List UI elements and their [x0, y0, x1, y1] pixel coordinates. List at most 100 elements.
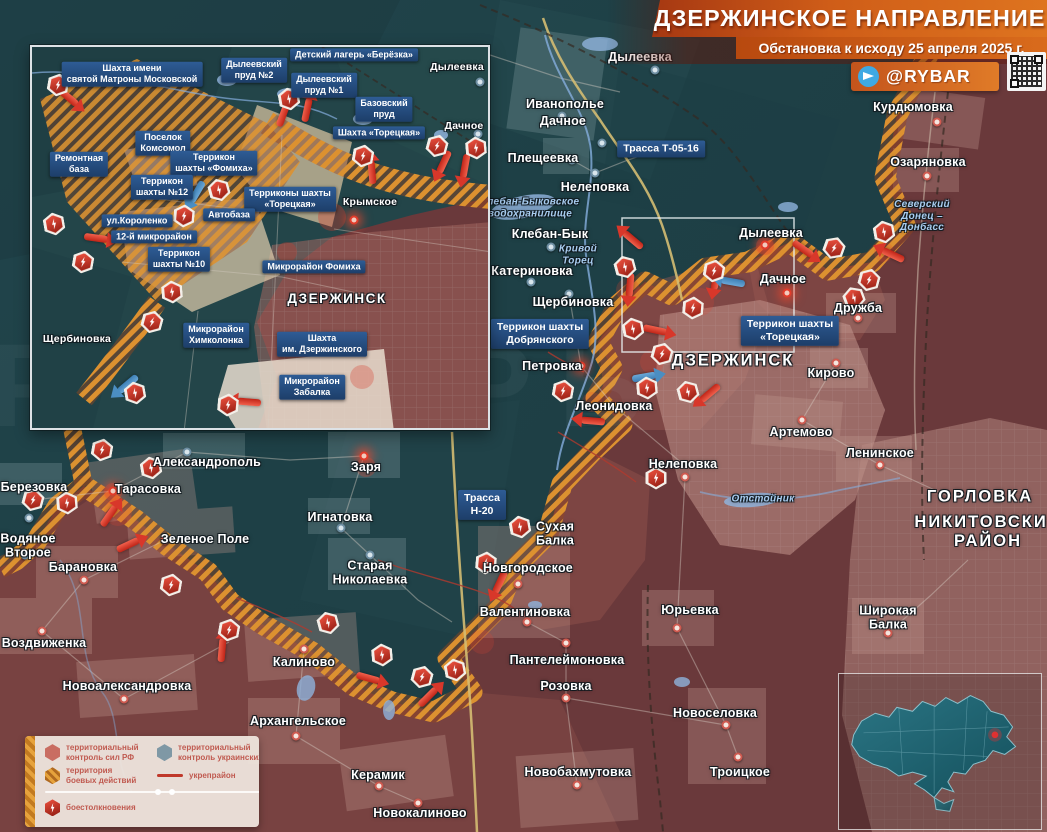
- place-label: Новгородское: [483, 561, 573, 575]
- place-label: Щербиновка: [43, 333, 111, 345]
- place-label: Юрьевка: [661, 603, 718, 617]
- clash-badge: [840, 284, 868, 313]
- clash-badge: [139, 455, 164, 481]
- attack-arrow: [188, 180, 206, 204]
- legend-label: укрепрайон: [189, 771, 236, 781]
- attack-arrow: [459, 154, 470, 179]
- place-label: Новобахмутовка: [525, 765, 632, 779]
- settlement-dot: [673, 624, 682, 633]
- map-subtitle-banner: Обстановка к исходу 25 апреля 2025 г.: [736, 37, 1047, 59]
- clash-badge: [71, 249, 96, 275]
- attack-arrow: [367, 160, 376, 185]
- place-label: Озаряновка: [890, 155, 966, 169]
- place-label: ДЗЕРЖИНСК: [672, 352, 795, 371]
- place-label: Александрополь: [153, 455, 261, 469]
- inset-canvas: [32, 47, 490, 430]
- attack-arrow: [84, 233, 109, 243]
- page-title: ДЗЕРЖИНСКОЕ НАПРАВЛЕНИЕ: [654, 5, 1046, 32]
- clash-badge: [277, 86, 302, 112]
- settlement-dot: [350, 216, 359, 225]
- settlement-dot: [476, 78, 485, 87]
- clash-badge: [612, 253, 638, 281]
- settlement-dot: [375, 782, 384, 791]
- settlement-dot: [21, 551, 30, 560]
- place-label: Троицкое: [710, 765, 770, 779]
- map-callout: Террикон шахты №12: [131, 175, 193, 200]
- place-label: Архангельское: [250, 714, 346, 728]
- clash-badge: [173, 204, 196, 229]
- attack-arrow: [57, 87, 80, 108]
- legend-label: территориальный контроль украинских сил: [178, 743, 259, 762]
- clash-badge: [46, 72, 71, 98]
- clash-badge: [508, 514, 533, 540]
- clash-badge: [351, 143, 376, 169]
- settlement-dot: [933, 118, 942, 127]
- clash-badge: [315, 609, 341, 637]
- legend-item-ua-control: территориальный контроль украинских сил: [157, 743, 259, 762]
- clash-badge: [702, 258, 727, 284]
- map-callout: Базовский пруд: [355, 97, 412, 122]
- place-label: Пантелеймоновка: [510, 653, 625, 667]
- settlement-dot: [565, 290, 574, 299]
- clash-badge: [159, 572, 184, 598]
- clash-badge: [675, 378, 701, 406]
- settlement-dot: [591, 169, 600, 178]
- settlement-dot: [832, 359, 841, 368]
- clash-badge: [443, 657, 468, 683]
- attack-arrow: [622, 230, 645, 251]
- inset-dots-layer: [32, 47, 488, 428]
- attack-arrow: [492, 570, 508, 595]
- place-label: Нелеповка: [561, 180, 630, 194]
- settlement-dot: [681, 473, 690, 482]
- settlement-dot: [923, 172, 932, 181]
- inset-labels-layer: ДылеевкаДачноеКрымскоеДЗЕРЖИНСКЩербиновк…: [32, 47, 488, 428]
- map-callout: Детский лагерь «Берёзка»: [290, 48, 418, 61]
- ukraine-locator-minimap: [838, 673, 1042, 830]
- place-label: Воздвиженка: [2, 636, 87, 650]
- place-label: Дачное: [540, 114, 586, 128]
- place-label: Березовка: [1, 480, 68, 494]
- attack-arrow: [436, 150, 452, 175]
- place-label: Сухая Балка: [536, 520, 574, 549]
- clash-badge: [646, 467, 667, 490]
- place-label: Калиново: [273, 655, 335, 669]
- place-label: Тарасовка: [115, 482, 181, 496]
- attack-arrow: [710, 266, 721, 291]
- attack-arrow: [276, 103, 291, 128]
- settlement-dot: [523, 618, 532, 627]
- place-label: Водяное Второе: [0, 532, 55, 561]
- attack-arrow: [791, 239, 815, 258]
- map-callout: Терриконы шахты «Торецкая»: [244, 187, 336, 212]
- legend-label: боестолкновения: [66, 803, 136, 813]
- settlement-dot: [761, 241, 770, 250]
- inset-callouts-layer: Шахта имени святой Матроны МосковскойДет…: [32, 47, 488, 428]
- telegram-channel-pill: @RYBAR: [851, 62, 999, 91]
- place-label: Катериновка: [491, 264, 572, 278]
- map-callout: Террикон шахты «Фомиха»: [170, 151, 257, 176]
- map-callout: Шахта «Торецкая»: [333, 126, 425, 139]
- settlement-dot: [366, 551, 375, 560]
- map-callout: Микрорайон Фомиха: [262, 260, 365, 273]
- clash-badge: [42, 211, 67, 237]
- settlement-dot: [722, 721, 731, 730]
- place-label: ДЗЕРЖИНСК: [287, 291, 386, 307]
- place-label: Отстойник: [732, 493, 795, 505]
- place-label: Керамик: [351, 768, 405, 782]
- clash-badge: [856, 266, 882, 294]
- settlement-dot: [573, 781, 582, 790]
- clash-badge: [123, 380, 148, 406]
- clash-badge: [56, 491, 79, 516]
- fortified-line-icon: [157, 774, 183, 777]
- telegram-icon: [858, 66, 879, 87]
- settlement-dot: [414, 799, 423, 808]
- place-label: Артемово: [770, 425, 833, 439]
- place-label: Игнатовка: [308, 510, 373, 524]
- map-callout: Автобаза: [203, 208, 255, 221]
- settlement-dot: [734, 753, 743, 762]
- settlement-dot: [783, 289, 792, 298]
- place-label: Заря: [351, 460, 381, 474]
- clash-badge: [872, 219, 897, 245]
- legend-item-rf-control: территориальный контроль сил РФ: [45, 743, 149, 762]
- place-label: Широкая Балка: [859, 604, 916, 633]
- attack-arrow: [116, 537, 141, 553]
